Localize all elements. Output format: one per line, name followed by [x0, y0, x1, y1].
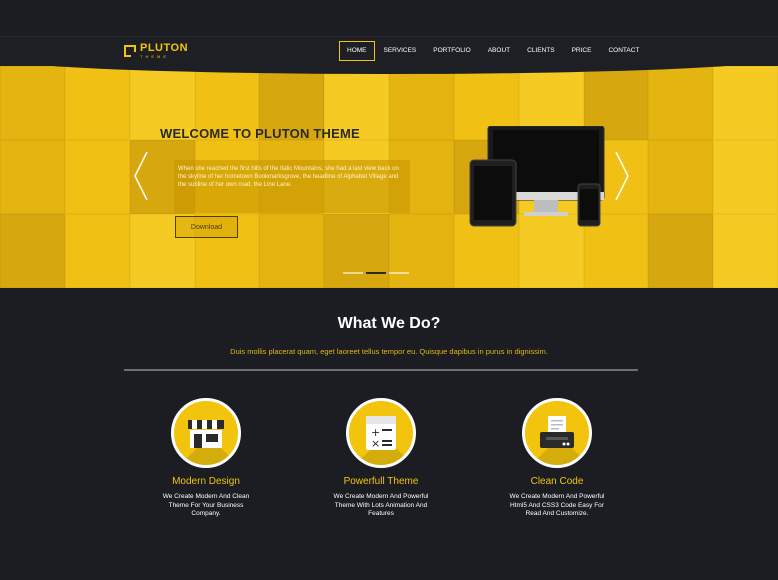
nav-home[interactable]: HOME [339, 41, 375, 61]
feature-clean-code: Clean Code We Create Modern And Powerful… [487, 398, 627, 519]
slider-dots [343, 272, 409, 274]
section-title: What We Do? [337, 315, 441, 332]
printer-icon [522, 398, 592, 468]
nav-contact[interactable]: CONTACT [600, 41, 647, 61]
feature-modern-design: Modern Design We Create Modern And Clean… [136, 398, 276, 519]
nav-clients[interactable]: CLIENTS [519, 41, 562, 61]
hero-textbox: When she reached the first hills of the … [174, 160, 410, 213]
slider-dot[interactable] [343, 272, 363, 274]
nav-about[interactable]: ABOUT [480, 41, 518, 61]
top-strip [0, 0, 778, 36]
nav-services[interactable]: SERVICES [376, 41, 425, 61]
feature-title: Clean Code [530, 476, 584, 487]
navbar: PLUTON THEME HOME SERVICES PORTFOLIO ABO… [0, 36, 778, 66]
slider-dot[interactable] [389, 272, 409, 274]
chevron-right-icon[interactable] [614, 150, 630, 202]
hero-slider: WELCOME TO PLUTON THEME When she reached… [0, 66, 778, 288]
logo-tagline: THEME [140, 54, 169, 59]
main-menu: HOME SERVICES PORTFOLIO ABOUT CLIENTS PR… [339, 41, 648, 61]
section-subtitle: Duis mollis placerat quam, eget laoreet … [230, 347, 548, 356]
feature-text: We Create Modern And Powerful Theme With… [333, 493, 429, 517]
feature-powerfull-theme: + × Powerfull Theme We Create Modern And… [311, 398, 451, 519]
logo-mark-icon [124, 45, 136, 57]
nav-price[interactable]: PRICE [564, 41, 600, 61]
devices-image [468, 125, 608, 232]
calculator-icon: + × [346, 398, 416, 468]
feature-text: We Create Modern And Powerful Html5 And … [509, 493, 605, 517]
hero-title: WELCOME TO PLUTON THEME [160, 126, 360, 141]
feature-title: Modern Design [172, 476, 240, 487]
chevron-left-icon[interactable] [133, 150, 149, 202]
slider-dot-active[interactable] [366, 272, 386, 274]
hero-text: When she reached the first hills of the … [178, 166, 399, 188]
feature-text: We Create Modern And Clean Theme For You… [162, 493, 250, 517]
divider [124, 369, 638, 371]
logo-name: PLUTON [140, 42, 189, 54]
svg-text:×: × [371, 437, 380, 450]
nav-portfolio[interactable]: PORTFOLIO [425, 41, 478, 61]
feature-title: Powerfull Theme [343, 476, 419, 487]
logo[interactable]: PLUTON THEME [124, 43, 188, 59]
shop-icon [171, 398, 241, 468]
download-button[interactable]: Download [175, 216, 238, 238]
